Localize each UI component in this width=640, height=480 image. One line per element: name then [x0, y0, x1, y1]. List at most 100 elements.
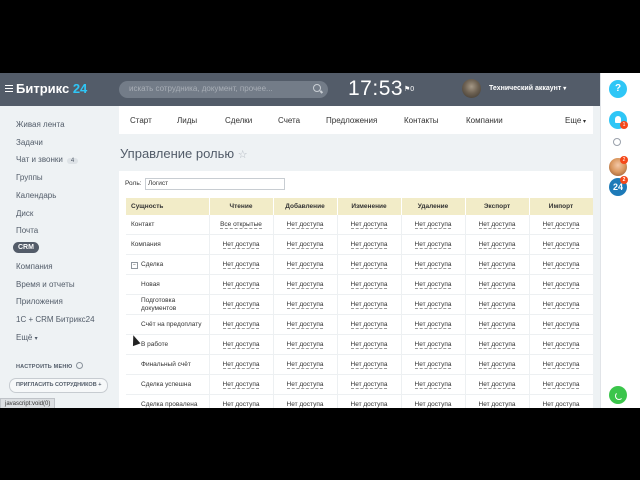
permission-select[interactable]: Нет доступа — [286, 321, 324, 329]
permission-select[interactable]: Нет доступа — [414, 281, 452, 289]
flag-counter[interactable]: ⚑0 — [404, 85, 414, 93]
permission-select[interactable]: Нет доступа — [222, 241, 260, 249]
permission-select[interactable]: Нет доступа — [286, 401, 324, 408]
permission-select[interactable]: Нет доступа — [222, 281, 260, 289]
permission-select[interactable]: Нет доступа — [222, 321, 260, 329]
permission-select[interactable]: Нет доступа — [478, 341, 516, 349]
tab-start[interactable]: Старт — [130, 116, 152, 125]
permission-select[interactable]: Нет доступа — [286, 281, 324, 289]
sidebar-item-disk[interactable]: Диск — [16, 209, 33, 218]
menu-burger-icon[interactable] — [5, 85, 13, 93]
permission-select[interactable]: Нет доступа — [478, 301, 516, 309]
permission-select[interactable]: Нет доступа — [222, 361, 260, 369]
invite-button[interactable]: ПРИГЛАСИТЬ СОТРУДНИКОВ + — [9, 378, 109, 393]
role-name-input[interactable]: Логист — [145, 178, 285, 190]
permission-select[interactable]: Нет доступа — [350, 261, 388, 269]
permission-select[interactable]: Все открытые — [220, 221, 262, 229]
permission-select[interactable]: Нет доступа — [286, 361, 324, 369]
permission-select[interactable]: Нет доступа — [350, 301, 388, 309]
sidebar-item-time[interactable]: Время и отчеты — [16, 280, 75, 289]
help-icon[interactable]: ? — [609, 80, 627, 98]
search-input[interactable]: искать сотрудника, документ, прочее... — [119, 81, 328, 98]
sidebar-item-groups[interactable]: Группы — [16, 173, 43, 182]
permission-select[interactable]: Нет доступа — [414, 241, 452, 249]
tab-quotes[interactable]: Предложения — [326, 116, 377, 125]
permission-select[interactable]: Нет доступа — [350, 381, 388, 389]
star-icon[interactable]: ☆ — [238, 149, 248, 161]
permission-select[interactable]: Нет доступа — [542, 381, 580, 389]
tab-deals[interactable]: Сделки — [225, 116, 252, 125]
permission-select[interactable]: Нет доступа — [542, 221, 580, 229]
permission-select[interactable]: Нет доступа — [350, 401, 388, 408]
permission-select[interactable]: Нет доступа — [414, 321, 452, 329]
sidebar-item-tasks[interactable]: Задачи — [16, 138, 43, 147]
sidebar-item-mail[interactable]: Почта — [16, 226, 38, 235]
permission-select[interactable]: Нет доступа — [478, 361, 516, 369]
permission-select[interactable]: Нет доступа — [414, 261, 452, 269]
tab-companies[interactable]: Компании — [466, 116, 503, 125]
sidebar-item-1c[interactable]: 1С + CRM Битрикс24 — [16, 315, 95, 324]
contact-avatar[interactable]: 2 — [609, 156, 628, 176]
permission-select[interactable]: Нет доступа — [222, 301, 260, 309]
tab-contacts[interactable]: Контакты — [404, 116, 439, 125]
permission-select[interactable]: Нет доступа — [350, 281, 388, 289]
rail-search-icon[interactable] — [613, 138, 621, 146]
permission-select[interactable]: Нет доступа — [286, 261, 324, 269]
permission-select[interactable]: Нет доступа — [350, 241, 388, 249]
permission-select[interactable]: Нет доступа — [350, 221, 388, 229]
logo[interactable]: Битрикс 24 — [16, 81, 87, 96]
permission-select[interactable]: Нет доступа — [286, 301, 324, 309]
permission-select[interactable]: Нет доступа — [542, 361, 580, 369]
permission-select[interactable]: Нет доступа — [414, 341, 452, 349]
permission-select[interactable]: Нет доступа — [350, 341, 388, 349]
sidebar-item-company[interactable]: Компания — [16, 262, 53, 271]
permission-select[interactable]: Нет доступа — [286, 241, 324, 249]
permission-select[interactable]: Нет доступа — [542, 401, 580, 408]
clock[interactable]: 17:53 — [348, 77, 403, 101]
sidebar-item-apps[interactable]: Приложения — [16, 297, 63, 306]
permission-select[interactable]: Нет доступа — [478, 221, 516, 229]
tab-leads[interactable]: Лиды — [177, 116, 197, 125]
sidebar-item-calendar[interactable]: Календарь — [16, 191, 56, 200]
permission-select[interactable]: Нет доступа — [478, 261, 516, 269]
permission-select[interactable]: Нет доступа — [478, 381, 516, 389]
collapse-icon[interactable]: − — [131, 261, 138, 269]
permission-select[interactable]: Нет доступа — [414, 301, 452, 309]
sidebar-item-feed[interactable]: Живая лента — [16, 120, 65, 129]
permission-select[interactable]: Нет доступа — [414, 381, 452, 389]
b24-icon[interactable]: 24 2 — [609, 176, 628, 196]
tab-more[interactable]: Еще — [565, 116, 586, 125]
permission-select[interactable]: Нет доступа — [286, 341, 324, 349]
search-icon[interactable] — [313, 84, 321, 92]
setup-menu-button[interactable]: НАСТРОИТЬ МЕНЮ — [16, 362, 84, 370]
permission-select[interactable]: Нет доступа — [478, 241, 516, 249]
permission-select[interactable]: Нет доступа — [478, 401, 516, 408]
permission-select[interactable]: Нет доступа — [414, 361, 452, 369]
permission-select[interactable]: Нет доступа — [222, 261, 260, 269]
permission-select[interactable]: Нет доступа — [542, 281, 580, 289]
permission-select[interactable]: Нет доступа — [542, 261, 580, 269]
permission-select[interactable]: Нет доступа — [350, 321, 388, 329]
permission-select[interactable]: Нет доступа — [414, 221, 452, 229]
permission-select[interactable]: Нет доступа — [350, 361, 388, 369]
permission-select[interactable]: Нет доступа — [542, 341, 580, 349]
avatar[interactable] — [462, 79, 481, 98]
permission-select[interactable]: Нет доступа — [222, 341, 260, 349]
permission-select[interactable]: Нет доступа — [222, 401, 260, 408]
bell-icon[interactable]: 1 — [609, 111, 628, 129]
phone-icon[interactable] — [609, 386, 627, 404]
permission-select[interactable]: Нет доступа — [286, 381, 324, 389]
account-menu[interactable]: Технический аккаунт ▾ — [489, 85, 566, 92]
sidebar-item-crm[interactable]: CRM — [13, 242, 39, 253]
permission-select[interactable]: Нет доступа — [542, 241, 580, 249]
permission-select[interactable]: Нет доступа — [286, 221, 324, 229]
sidebar-item-more[interactable]: Ещё ▾ — [16, 333, 38, 342]
permission-select[interactable]: Нет доступа — [222, 381, 260, 389]
permission-select[interactable]: Нет доступа — [478, 321, 516, 329]
permission-select[interactable]: Нет доступа — [542, 321, 580, 329]
permission-select[interactable]: Нет доступа — [542, 301, 580, 309]
sidebar-item-chat[interactable]: Чат и звонки 4 — [16, 155, 79, 164]
tab-invoices[interactable]: Счета — [278, 116, 300, 125]
permission-select[interactable]: Нет доступа — [414, 401, 452, 408]
permission-select[interactable]: Нет доступа — [478, 281, 516, 289]
